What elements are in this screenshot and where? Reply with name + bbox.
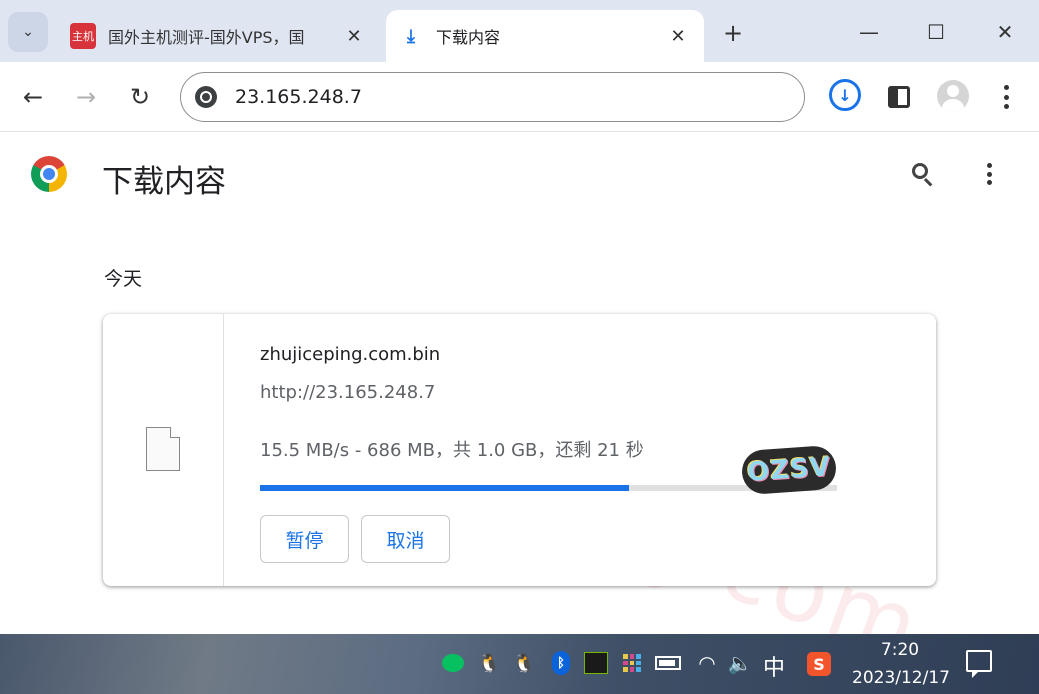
site-favicon-icon: 主机 xyxy=(70,23,96,49)
ime-indicator[interactable]: 中 xyxy=(763,650,785,682)
wifi-icon[interactable]: ◠ xyxy=(694,650,720,676)
side-panel-icon[interactable] xyxy=(888,86,910,108)
maximize-button[interactable]: ☐ xyxy=(914,14,958,50)
window-close-button[interactable]: ✕ xyxy=(983,14,1027,50)
download-indicator-icon[interactable]: ↓ xyxy=(829,79,861,111)
qq-icon[interactable]: 🐧 xyxy=(476,650,502,676)
nvidia-icon[interactable] xyxy=(583,650,609,676)
tab-title: 国外主机测评-国外VPS，国 xyxy=(108,28,305,47)
download-icon: ⤓ xyxy=(407,25,415,47)
wechat-icon[interactable] xyxy=(440,650,466,676)
browser-menu-icon[interactable] xyxy=(992,82,1020,112)
file-icon-column xyxy=(103,314,224,586)
search-icon[interactable] xyxy=(906,158,940,192)
download-item-card: zhujiceping.com.bin http://23.165.248.7 … xyxy=(103,314,936,586)
grid-app-icon[interactable] xyxy=(619,650,645,676)
sogou-ime-icon[interactable]: S xyxy=(807,652,831,676)
address-bar[interactable]: 23.165.248.7 xyxy=(180,72,805,122)
downloads-page: 下载内容 zhujiceping.com 今天 zhujiceping.com.… xyxy=(0,132,1039,634)
pause-button[interactable]: 暂停 xyxy=(260,515,349,563)
volume-icon[interactable]: 🔈 xyxy=(727,650,753,676)
forward-button[interactable]: → xyxy=(67,78,105,116)
reload-button[interactable]: ↻ xyxy=(121,78,159,116)
close-icon[interactable]: ✕ xyxy=(342,26,366,47)
profile-avatar[interactable] xyxy=(937,80,969,112)
file-url[interactable]: http://23.165.248.7 xyxy=(260,382,435,403)
chevron-down-icon: ⌄ xyxy=(22,24,34,40)
notification-icon[interactable] xyxy=(966,650,992,678)
tab-downloads[interactable]: ⤓ 下载内容 ✕ xyxy=(386,10,704,62)
clock-time[interactable]: 7:20 xyxy=(880,640,920,660)
tab-zhujiceping[interactable]: 主机 国外主机测评-国外VPS，国 ✕ xyxy=(60,10,380,62)
page-title: 下载内容 xyxy=(102,164,226,200)
new-tab-button[interactable]: + xyxy=(716,18,750,48)
battery-icon[interactable] xyxy=(655,650,681,676)
bluetooth-icon[interactable]: ᛒ xyxy=(548,650,574,676)
page-menu-icon[interactable] xyxy=(977,160,1001,188)
browser-toolbar: ← → ↻ 23.165.248.7 ↓ xyxy=(0,62,1039,132)
file-name[interactable]: zhujiceping.com.bin xyxy=(260,344,440,365)
minimize-button[interactable]: — xyxy=(847,14,891,50)
tab-strip: ⌄ 主机 国外主机测评-国外VPS，国 ✕ ⤓ 下载内容 ✕ + — ☐ ✕ xyxy=(0,0,1039,62)
tab-title: 下载内容 xyxy=(436,28,501,47)
tab-search-button[interactable]: ⌄ xyxy=(8,12,48,52)
cancel-button[interactable]: 取消 xyxy=(361,515,450,563)
chrome-logo-icon xyxy=(31,156,67,192)
date-group-label: 今天 xyxy=(104,268,143,290)
download-progress-fill xyxy=(260,485,630,491)
close-icon[interactable]: ✕ xyxy=(666,26,690,47)
globe-icon[interactable] xyxy=(195,86,217,108)
clock-date[interactable]: 2023/12/17 xyxy=(851,668,951,688)
address-text[interactable]: 23.165.248.7 xyxy=(235,86,362,108)
qq-icon[interactable]: 🐧 xyxy=(511,650,537,676)
download-status: 15.5 MB/s - 686 MB，共 1.0 GB，还剩 21 秒 xyxy=(260,440,644,461)
ozsv-sticker-logo: OZSV xyxy=(740,444,838,496)
back-button[interactable]: ← xyxy=(14,78,52,116)
